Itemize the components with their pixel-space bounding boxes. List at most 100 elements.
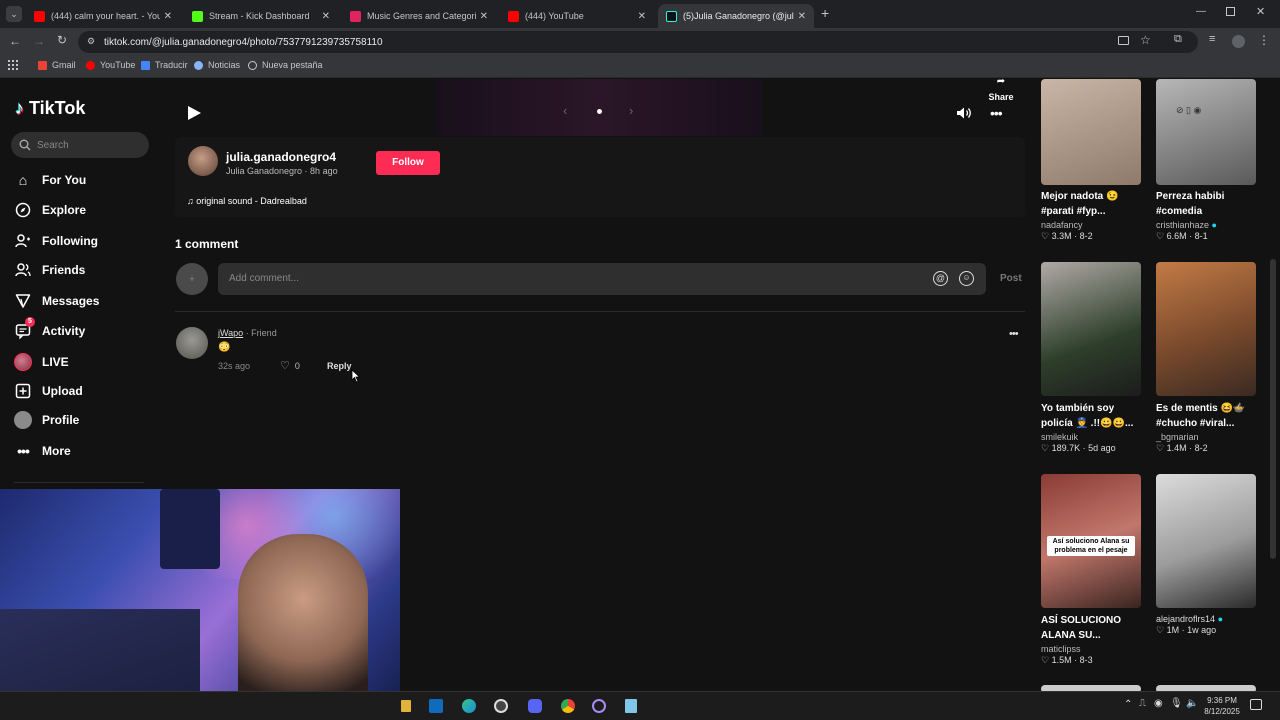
notepad-icon[interactable] [625,699,637,713]
forward-icon[interactable]: → [33,34,45,48]
related-video-info[interactable]: Yo también soy policía 👮 .!!😀😀... smilek… [1041,401,1151,454]
restore-icon[interactable] [1226,7,1235,16]
back-icon[interactable]: ← [9,34,21,48]
related-video-thumbnail[interactable] [1156,262,1256,396]
bookmark-traducir[interactable]: Traducir [141,60,188,70]
chevron-right-icon[interactable]: › [629,103,633,118]
tab-search-button[interactable]: ⌄ [6,6,22,22]
install-app-icon[interactable] [1118,36,1129,45]
close-icon[interactable]: ✕ [322,11,330,22]
browser-tab[interactable]: Music Genres and Categories o ✕ [342,4,496,28]
extensions-icon[interactable]: ⧉ [1174,33,1182,46]
tiktok-logo[interactable]: ♪ TikTok [15,98,85,119]
browser-tab[interactable]: (444) calm your heart. - YouTube ✕ [26,4,180,28]
nav-for-you[interactable]: ⌂ For You [14,171,86,189]
video-author[interactable]: _bgmarian [1156,432,1266,442]
minimize-icon[interactable]: — [1196,6,1206,17]
chrome-menu-icon[interactable]: ⋮ [1258,33,1270,47]
outlook-icon[interactable] [429,699,443,713]
discord-icon[interactable] [528,699,542,713]
tray-overflow-icon[interactable]: ⌃ [1124,699,1132,710]
video-author[interactable]: cristhianhaze ● [1156,220,1266,230]
apps-grid-icon[interactable] [8,60,18,70]
nav-live[interactable]: LIVE [14,353,69,371]
video-author[interactable]: alejandroflrs14 ● [1156,614,1266,624]
more-options-icon[interactable]: ••• [990,105,1003,121]
obs-icon[interactable] [494,699,508,713]
cortana-icon[interactable] [592,699,606,713]
nav-following[interactable]: Following [14,232,98,250]
comment-author-avatar[interactable] [176,327,208,359]
comment-author-name[interactable]: jWapo [218,328,243,338]
related-video-thumbnail[interactable] [1041,79,1141,185]
bookmark-star-icon[interactable]: ☆ [1140,33,1151,47]
comment-author[interactable]: jWapo · Friend [218,328,277,338]
tray-status-icon[interactable]: ◉ [1154,698,1163,709]
nav-activity[interactable]: 5 Activity [14,317,85,340]
taskbar-app-icon[interactable] [401,700,411,712]
bookmark-new-tab[interactable]: Nueva pestaña [248,60,323,70]
edge-icon[interactable] [462,699,476,713]
follow-button[interactable]: Follow [376,151,440,175]
chevron-left-icon[interactable]: ‹ [563,103,567,118]
browser-tab[interactable]: (444) YouTube ✕ [500,4,654,28]
nav-friends[interactable]: Friends [14,261,85,279]
network-icon[interactable]: ⎍ [1139,698,1146,709]
close-icon[interactable]: ✕ [164,11,172,22]
share-button[interactable]: ➦ Share [984,79,1018,105]
add-comment-input[interactable]: Add comment... @ ☺ [218,263,986,295]
emoji-icon[interactable]: ☺ [959,271,974,286]
video-author[interactable]: maticlipss [1041,644,1151,654]
page-scrollbar[interactable] [1270,259,1276,559]
nav-profile[interactable]: Profile [14,411,79,429]
comment-like-button[interactable]: ♡ 0 [280,359,300,372]
nav-upload[interactable]: Upload [14,382,83,400]
related-video-info[interactable]: alejandroflrs14 ● ♡ 1M · 1w ago [1156,613,1266,636]
media-controls-icon[interactable]: ≡ [1209,33,1215,45]
related-video-thumbnail[interactable] [1041,262,1141,396]
author-username[interactable]: julia.ganadonegro4 [226,150,336,164]
nav-explore[interactable]: Explore [14,201,86,219]
related-video-info[interactable]: Es de mentis 😆🍲 #chucho #viral... _bgmar… [1156,401,1266,454]
nav-more[interactable]: ••• More [14,442,71,460]
video-author[interactable]: nadafancy [1041,220,1151,230]
bookmark-gmail[interactable]: Gmail [38,60,76,70]
youtube-favicon-icon [34,10,45,22]
bookmark-youtube[interactable]: YouTube [86,60,135,70]
close-icon[interactable]: ✕ [638,11,646,22]
reply-button[interactable]: Reply [327,361,352,371]
mention-icon[interactable]: @ [933,271,948,286]
speaker-icon[interactable]: 🔈 [1186,698,1198,709]
related-video-info[interactable]: ASÍ SOLUCIONO ALANA SU... maticlipss ♡ 1… [1041,613,1151,666]
address-bar[interactable]: ⚙ tiktok.com/@julia.ganadonegro4/photo/7… [78,31,1198,53]
related-video-info[interactable]: Perreza habibi #comedia cristhianhaze ● … [1156,189,1266,242]
microphone-icon[interactable]: 🎙 [1170,698,1183,709]
taskbar-clock[interactable]: 9:36 PM 8/12/2025 [1202,695,1242,717]
volume-icon[interactable] [956,106,972,125]
profile-avatar-icon[interactable] [1232,35,1245,48]
close-window-icon[interactable]: ✕ [1256,5,1265,18]
author-avatar[interactable] [188,146,218,176]
close-icon[interactable]: ✕ [480,11,488,22]
current-user-avatar: + [176,263,208,295]
related-video-thumbnail[interactable]: Así soluciono Alana su problema en el pe… [1041,474,1141,608]
browser-tab-active[interactable]: (5)Julia Ganadonegro (@julia.g ✕ [658,4,814,28]
search-input[interactable]: Search [11,132,149,158]
chrome-icon[interactable] [561,699,575,713]
sound-link[interactable]: ♫ original sound - Dadrealbad [187,196,307,206]
related-video-info[interactable]: Mejor nadota 😉 #parati #fyp... nadafancy… [1041,189,1151,242]
bookmark-noticias[interactable]: Noticias [194,60,240,70]
close-icon[interactable]: ✕ [798,11,806,22]
notification-center-icon[interactable] [1250,699,1262,710]
related-video-thumbnail[interactable] [1156,474,1256,608]
related-video-thumbnail[interactable]: ⊘ ▯ ◉ [1156,79,1256,185]
play-icon[interactable] [188,106,201,120]
new-tab-icon[interactable]: + [821,5,829,21]
nav-messages[interactable]: Messages [14,292,99,310]
reload-icon[interactable]: ↻ [57,33,67,47]
post-comment-button[interactable]: Post [1000,273,1022,284]
video-author[interactable]: smilekuik [1041,432,1151,442]
comment-more-icon[interactable]: ••• [1009,328,1019,340]
site-info-icon[interactable]: ⚙ [87,36,95,47]
browser-tab[interactable]: Stream - Kick Dashboard ✕ [184,4,338,28]
